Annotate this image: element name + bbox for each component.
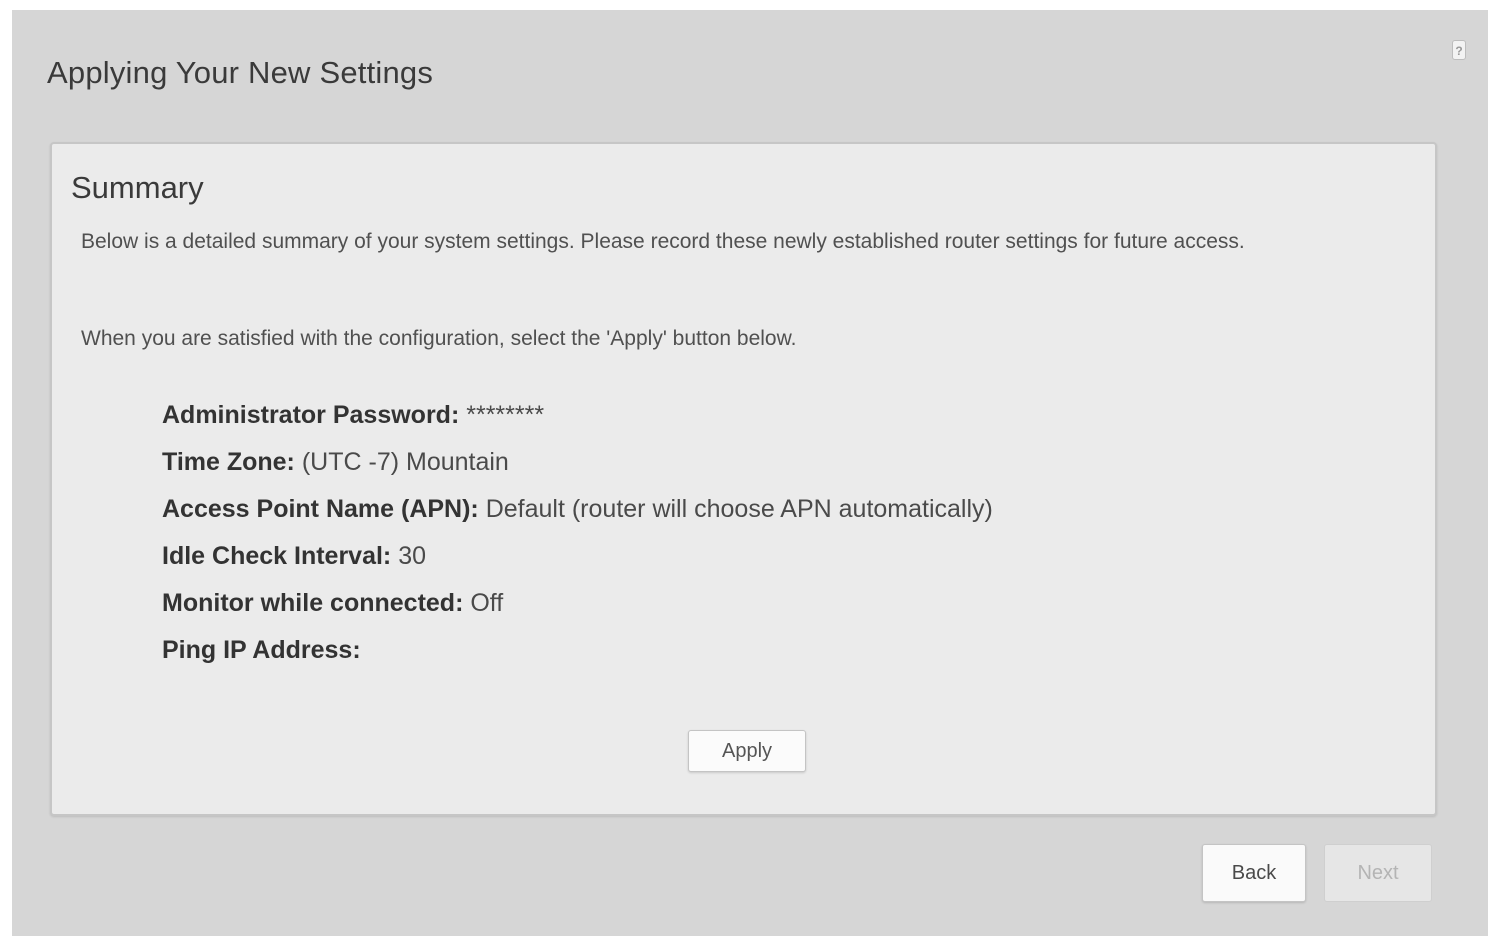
setting-admin-password: Administrator Password: ******** (162, 392, 993, 439)
setting-label: Ping IP Address: (162, 636, 361, 664)
apply-instructions: When you are satisfied with the configur… (81, 327, 797, 350)
setting-value: Default (router will choose APN automati… (485, 495, 993, 523)
setting-label: Administrator Password: (162, 401, 460, 429)
summary-description: Below is a detailed summary of your syst… (81, 230, 1245, 253)
wizard-window: ? Applying Your New Settings Summary Bel… (12, 10, 1488, 936)
setting-label: Idle Check Interval: (162, 542, 392, 570)
setting-monitor-while-connected: Monitor while connected: Off (162, 580, 993, 627)
setting-value: 30 (398, 542, 427, 570)
summary-panel: Summary Below is a detailed summary of y… (50, 142, 1437, 816)
setting-idle-check-interval: Idle Check Interval: 30 (162, 533, 993, 580)
setting-time-zone: Time Zone: (UTC -7) Mountain (162, 439, 993, 486)
page-title: Applying Your New Settings (47, 55, 434, 90)
summary-heading: Summary (71, 170, 204, 205)
setting-label: Access Point Name (APN): (162, 495, 479, 523)
back-button[interactable]: Back (1202, 844, 1306, 902)
setting-apn: Access Point Name (APN): Default (router… (162, 486, 993, 533)
setting-label: Monitor while connected: (162, 589, 464, 617)
apply-button[interactable]: Apply (688, 730, 806, 772)
help-icon[interactable]: ? (1452, 40, 1466, 60)
setting-label: Time Zone: (162, 448, 295, 476)
next-button[interactable]: Next (1324, 844, 1432, 902)
setting-value: (UTC -7) Mountain (301, 448, 509, 476)
settings-list: Administrator Password: ******** Time Zo… (162, 392, 993, 674)
setting-value: ******** (466, 401, 545, 429)
setting-value: Off (470, 589, 504, 617)
setting-ping-ip-address: Ping IP Address: (162, 627, 993, 674)
